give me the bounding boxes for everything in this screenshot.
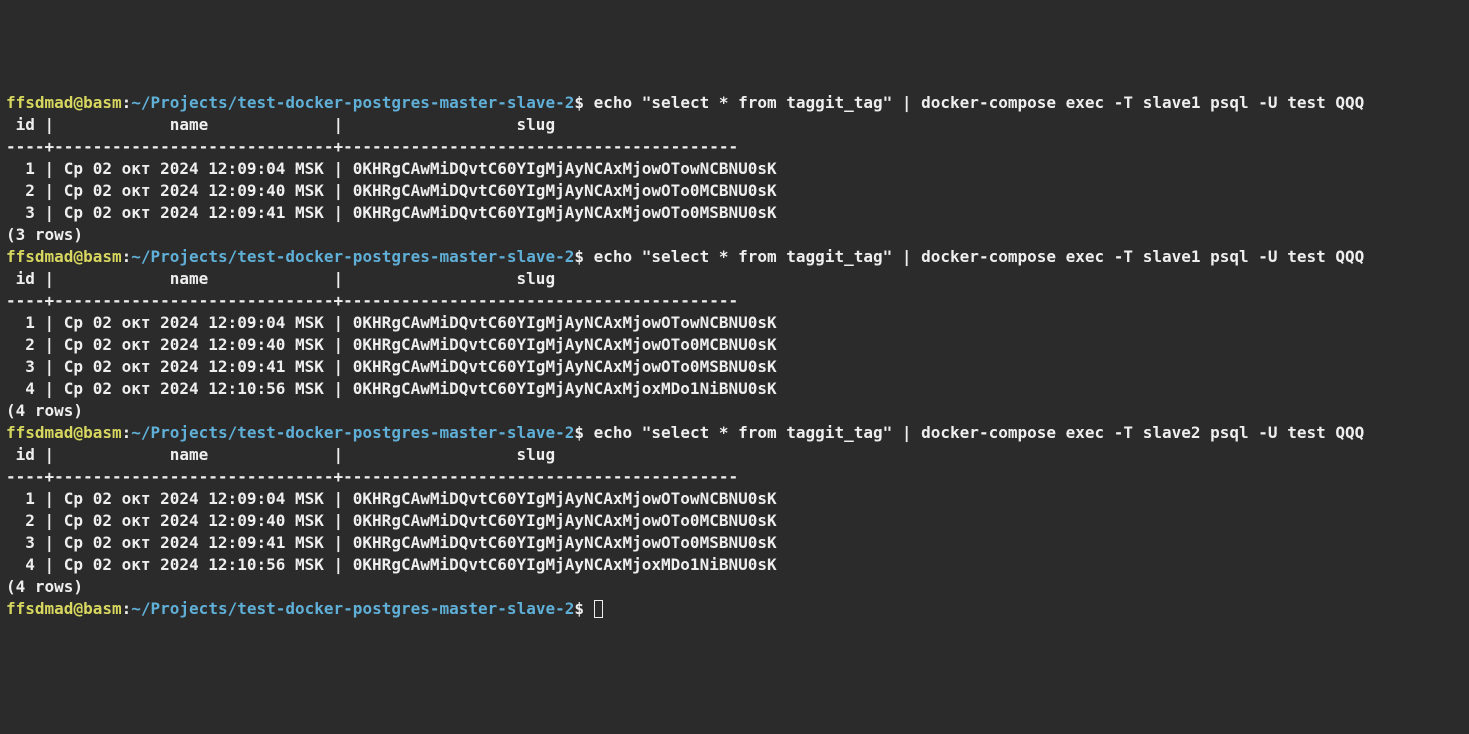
prompt-at: @ bbox=[73, 247, 83, 266]
prompt-dollar: $ bbox=[574, 93, 593, 112]
table-row: 1 | Ср 02 окт 2024 12:09:04 MSK | 0KHRgC… bbox=[6, 158, 1463, 180]
command-line: ffsdmad@basm:~/Projects/test-docker-post… bbox=[6, 92, 1463, 114]
prompt-host: basm bbox=[83, 247, 122, 266]
table-header: id | name | slug bbox=[6, 114, 1463, 136]
prompt-at: @ bbox=[73, 423, 83, 442]
prompt-colon: : bbox=[122, 247, 132, 266]
table-row: 1 | Ср 02 окт 2024 12:09:04 MSK | 0KHRgC… bbox=[6, 312, 1463, 334]
table-divider: ----+-----------------------------+-----… bbox=[6, 290, 1463, 312]
row-count: (4 rows) bbox=[6, 576, 1463, 598]
command-text: echo "select * from taggit_tag" | docker… bbox=[594, 93, 1365, 112]
table-row: 4 | Ср 02 окт 2024 12:10:56 MSK | 0KHRgC… bbox=[6, 554, 1463, 576]
prompt-colon: : bbox=[122, 93, 132, 112]
table-header: id | name | slug bbox=[6, 268, 1463, 290]
prompt-path: ~/Projects/test-docker-postgres-master-s… bbox=[131, 423, 574, 442]
prompt-dollar: $ bbox=[574, 247, 593, 266]
prompt-path: ~/Projects/test-docker-postgres-master-s… bbox=[131, 93, 574, 112]
command-line-empty[interactable]: ffsdmad@basm:~/Projects/test-docker-post… bbox=[6, 598, 1463, 620]
prompt-at: @ bbox=[73, 93, 83, 112]
table-row: 2 | Ср 02 окт 2024 12:09:40 MSK | 0KHRgC… bbox=[6, 180, 1463, 202]
cursor-icon bbox=[594, 600, 603, 618]
table-row: 2 | Ср 02 окт 2024 12:09:40 MSK | 0KHRgC… bbox=[6, 510, 1463, 532]
prompt-path: ~/Projects/test-docker-postgres-master-s… bbox=[131, 247, 574, 266]
table-divider: ----+-----------------------------+-----… bbox=[6, 136, 1463, 158]
table-row: 3 | Ср 02 окт 2024 12:09:41 MSK | 0KHRgC… bbox=[6, 202, 1463, 224]
table-row: 3 | Ср 02 окт 2024 12:09:41 MSK | 0KHRgC… bbox=[6, 356, 1463, 378]
table-row: 1 | Ср 02 окт 2024 12:09:04 MSK | 0KHRgC… bbox=[6, 488, 1463, 510]
prompt-at: @ bbox=[73, 599, 83, 618]
prompt-dollar: $ bbox=[574, 599, 593, 618]
table-row: 2 | Ср 02 окт 2024 12:09:40 MSK | 0KHRgC… bbox=[6, 334, 1463, 356]
prompt-dollar: $ bbox=[574, 423, 593, 442]
prompt-user: ffsdmad bbox=[6, 247, 73, 266]
row-count: (3 rows) bbox=[6, 224, 1463, 246]
prompt-host: basm bbox=[83, 423, 122, 442]
prompt-host: basm bbox=[83, 93, 122, 112]
command-line: ffsdmad@basm:~/Projects/test-docker-post… bbox=[6, 422, 1463, 444]
prompt-colon: : bbox=[122, 423, 132, 442]
prompt-user: ffsdmad bbox=[6, 93, 73, 112]
table-header: id | name | slug bbox=[6, 444, 1463, 466]
table-row: 3 | Ср 02 окт 2024 12:09:41 MSK | 0KHRgC… bbox=[6, 532, 1463, 554]
row-count: (4 rows) bbox=[6, 400, 1463, 422]
table-divider: ----+-----------------------------+-----… bbox=[6, 466, 1463, 488]
prompt-user: ffsdmad bbox=[6, 599, 73, 618]
command-text: echo "select * from taggit_tag" | docker… bbox=[594, 247, 1365, 266]
prompt-user: ffsdmad bbox=[6, 423, 73, 442]
prompt-colon: : bbox=[122, 599, 132, 618]
terminal-output[interactable]: ffsdmad@basm:~/Projects/test-docker-post… bbox=[6, 92, 1463, 620]
command-line: ffsdmad@basm:~/Projects/test-docker-post… bbox=[6, 246, 1463, 268]
table-row: 4 | Ср 02 окт 2024 12:10:56 MSK | 0KHRgC… bbox=[6, 378, 1463, 400]
prompt-path: ~/Projects/test-docker-postgres-master-s… bbox=[131, 599, 574, 618]
prompt-host: basm bbox=[83, 599, 122, 618]
command-text: echo "select * from taggit_tag" | docker… bbox=[594, 423, 1365, 442]
